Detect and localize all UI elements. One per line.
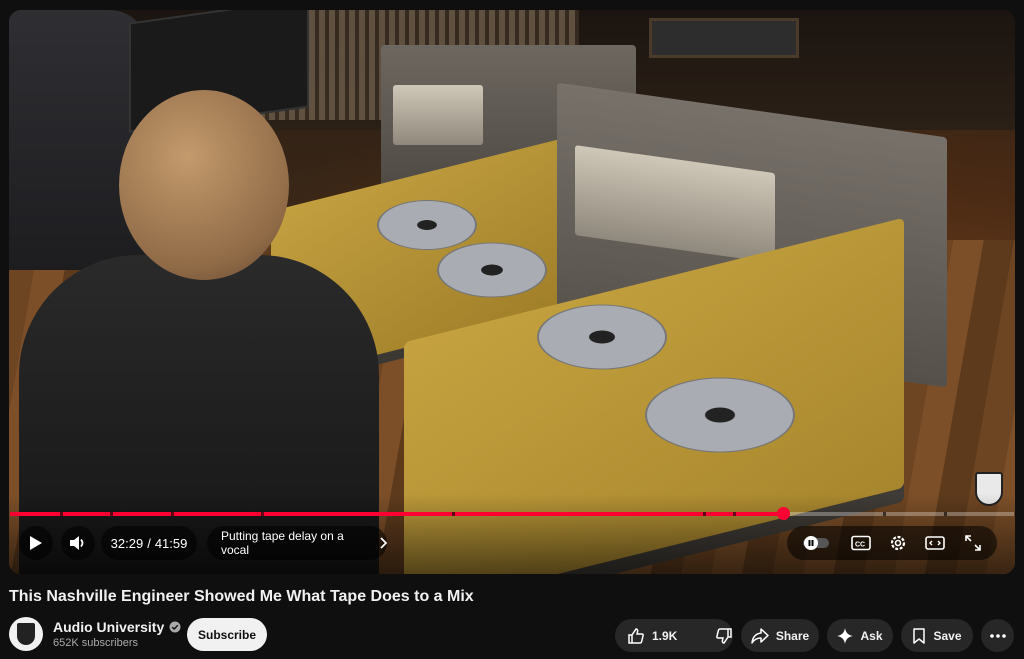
share-label: Share: [775, 628, 810, 643]
sparkle-icon: [837, 627, 854, 644]
ask-label: Ask: [860, 628, 883, 643]
video-title: This Nashville Engineer Showed Me What T…: [9, 588, 474, 605]
tape-reel: [377, 200, 477, 250]
video-player[interactable]: [9, 10, 1015, 574]
progress-played: [10, 512, 784, 516]
progress-bar[interactable]: [10, 507, 1014, 520]
channel-logo-icon: [17, 623, 35, 645]
time-display: 32:29 / 41:59: [101, 526, 197, 560]
chapter-button[interactable]: Putting tape delay on a vocal: [207, 526, 387, 560]
autoplay-toggle-icon[interactable]: [802, 535, 832, 551]
chapter-marker: [110, 512, 114, 516]
fullscreen-icon[interactable]: [964, 534, 982, 552]
chapter-marker: [732, 512, 736, 516]
chapter-marker: [883, 512, 887, 516]
play-button[interactable]: [19, 526, 53, 560]
share-icon: [751, 627, 769, 644]
time-separator: /: [147, 535, 151, 551]
scrubber-handle[interactable]: [777, 507, 791, 520]
chapter-marker: [261, 512, 264, 516]
channel-avatar[interactable]: [9, 617, 43, 651]
chapter-marker: [702, 512, 706, 516]
time-current: 32:29: [110, 535, 144, 551]
subscriber-count: 652K subscribers: [53, 637, 138, 649]
dislike-button[interactable]: [703, 619, 745, 652]
chapter-marker: [943, 512, 947, 516]
settings-icon[interactable]: [889, 534, 907, 552]
right-controls: CC: [787, 526, 997, 560]
like-button[interactable]: 1.9K: [615, 619, 689, 652]
volume-icon: [69, 535, 87, 551]
tape-reel: [437, 242, 547, 298]
studio-shelf: [649, 18, 799, 58]
channel-name[interactable]: Audio University: [53, 619, 164, 635]
chapter-marker: [60, 512, 64, 516]
chevron-right-icon: [379, 537, 387, 549]
save-label: Save: [933, 628, 962, 643]
chapter-marker: [451, 512, 455, 516]
svg-text:CC: CC: [855, 542, 865, 549]
like-dislike-group: 1.9K: [615, 619, 733, 652]
bookmark-icon: [912, 627, 926, 644]
channel-name-row[interactable]: Audio University: [53, 619, 181, 635]
captions-icon[interactable]: CC: [850, 535, 871, 551]
more-actions-button[interactable]: [981, 619, 1014, 652]
save-button[interactable]: Save: [901, 619, 973, 652]
chapter-marker: [170, 512, 174, 516]
time-total: 41:59: [154, 535, 188, 551]
ask-button[interactable]: Ask: [827, 619, 893, 652]
subscribe-button[interactable]: Subscribe: [187, 618, 267, 651]
play-icon: [29, 535, 43, 551]
chapter-title: Putting tape delay on a vocal: [221, 529, 344, 557]
theater-mode-icon[interactable]: [925, 535, 946, 551]
verified-check-icon: [169, 621, 181, 633]
more-horizontal-icon: [989, 633, 1006, 638]
volume-button[interactable]: [61, 526, 95, 560]
thumbs-down-icon: [715, 627, 733, 645]
like-count: 1.9K: [652, 628, 678, 643]
tape-reel: [537, 304, 667, 370]
tape-reel: [645, 377, 795, 453]
thumbs-up-icon: [627, 627, 645, 645]
share-button[interactable]: Share: [741, 619, 819, 652]
